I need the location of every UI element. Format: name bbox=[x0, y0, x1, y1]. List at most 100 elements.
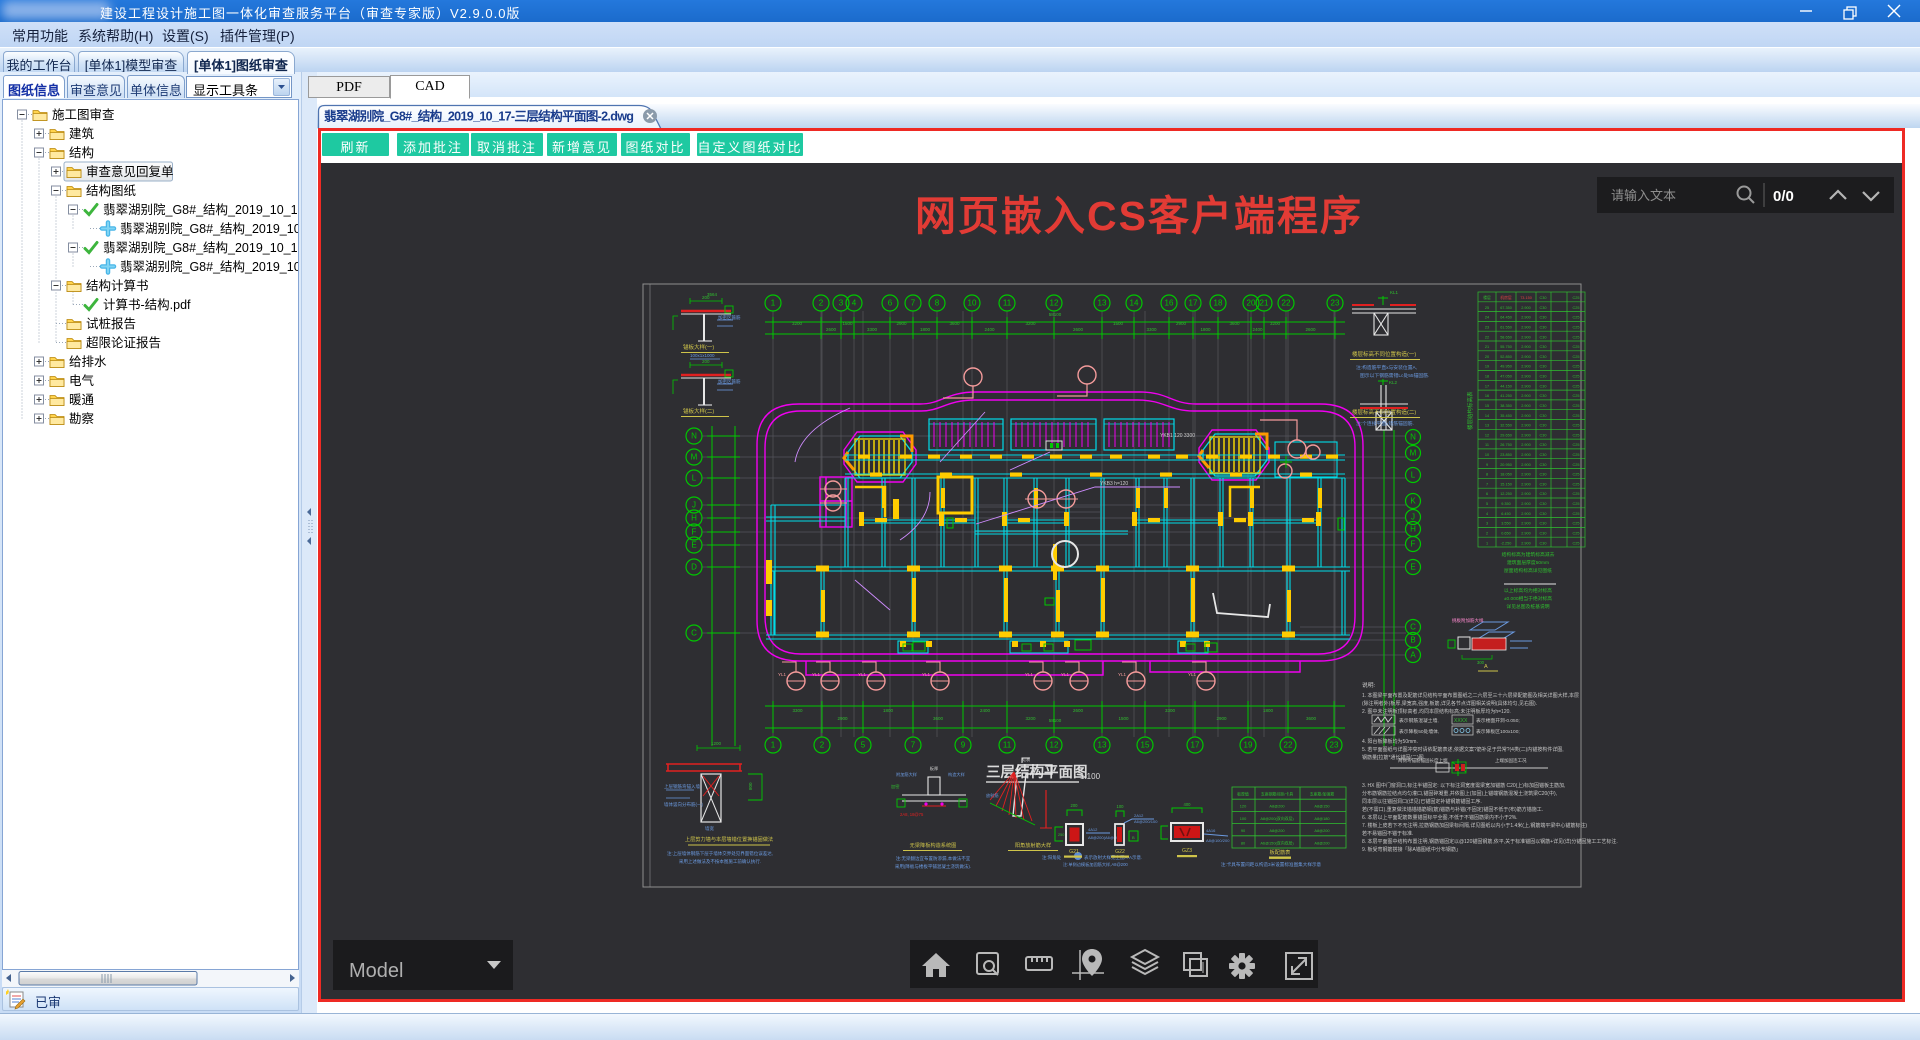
svg-text:请输入文本: 请输入文本 bbox=[1611, 188, 1676, 203]
svg-text:3600: 3600 bbox=[1229, 321, 1240, 326]
svg-text:施工图审查: 施工图审查 bbox=[52, 107, 115, 122]
svg-text:2: 2 bbox=[1486, 531, 1488, 535]
svg-text:3.550: 3.550 bbox=[1501, 522, 1511, 526]
svg-text:1800: 1800 bbox=[1200, 327, 1211, 332]
svg-text:GZ3: GZ3 bbox=[1182, 848, 1192, 854]
svg-text:52.850: 52.850 bbox=[1500, 355, 1512, 359]
svg-text:L: L bbox=[692, 474, 697, 483]
svg-text:1200: 1200 bbox=[711, 741, 722, 746]
svg-text:3. HX 图中门窗洞口,标注半锚固定: 以下标注洞宽度需: 3. HX 图中门窗洞口,标注半锚固定: 以下标注洞宽度需梁宽加锚筋 C20(上… bbox=[1362, 782, 1565, 789]
svg-text:计算书-结构.pdf: 计算书-结构.pdf bbox=[103, 297, 191, 312]
svg-text:1800: 1800 bbox=[1263, 708, 1274, 713]
svg-text:C30: C30 bbox=[1540, 316, 1547, 320]
svg-text:无梁降板构造系统图: 无梁降板构造系统图 bbox=[910, 841, 957, 849]
svg-text:C30: C30 bbox=[1540, 296, 1547, 300]
svg-text:若(不需口),重复做法锚锚锚筋钢(筋)锚筋与补锚(不固定)锚: 若(不需口),重复做法锚锚锚筋钢(筋)锚筋与补锚(不固定)锚固不低于(布)筋方锚… bbox=[1362, 806, 1543, 813]
svg-text:C25: C25 bbox=[1573, 433, 1580, 437]
svg-text:构造大样: 构造大样 bbox=[948, 771, 965, 778]
svg-text:详见总图及桩基说明: 详见总图及桩基说明 bbox=[1506, 603, 1549, 610]
svg-text:结构图纸: 结构图纸 bbox=[86, 183, 137, 198]
svg-text:C30: C30 bbox=[1540, 394, 1547, 398]
svg-text:C25: C25 bbox=[1573, 335, 1580, 339]
svg-text:挑板附加筋大样: 挑板附加筋大样 bbox=[1452, 617, 1484, 624]
svg-text:18.050: 18.050 bbox=[1500, 473, 1512, 477]
svg-text:2.900: 2.900 bbox=[1521, 531, 1531, 535]
svg-text:18: 18 bbox=[1485, 375, 1489, 379]
svg-text:100x1x1000: 100x1x1000 bbox=[690, 353, 715, 358]
svg-text:200: 200 bbox=[702, 359, 710, 364]
svg-text:1800: 1800 bbox=[883, 708, 894, 713]
svg-text:2.900: 2.900 bbox=[1521, 316, 1531, 320]
svg-text:2900: 2900 bbox=[1216, 716, 1227, 721]
svg-text:2.900: 2.900 bbox=[1521, 473, 1531, 477]
svg-text:注:构造筋平直x与安装位置A,: 注:构造筋平直x与安装位置A, bbox=[1356, 364, 1417, 371]
svg-text:800: 800 bbox=[748, 782, 753, 790]
svg-text:35.450: 35.450 bbox=[1500, 414, 1512, 418]
svg-text:2.900: 2.900 bbox=[1521, 306, 1531, 310]
svg-text:YKB3 h=120: YKB3 h=120 bbox=[1100, 481, 1128, 487]
svg-text:2400: 2400 bbox=[984, 327, 995, 332]
svg-text:2.900: 2.900 bbox=[1521, 541, 1531, 545]
svg-text:2600: 2600 bbox=[1073, 708, 1084, 713]
svg-text:1: 1 bbox=[771, 741, 776, 750]
svg-text:16: 16 bbox=[1485, 394, 1489, 398]
svg-text:64.450: 64.450 bbox=[1500, 316, 1512, 320]
svg-text:12: 12 bbox=[1050, 741, 1059, 750]
svg-text:2600: 2600 bbox=[826, 327, 837, 332]
svg-text:A8@200: A8@200 bbox=[1269, 804, 1285, 809]
svg-text:2.900: 2.900 bbox=[1521, 433, 1531, 437]
svg-text:暖通: 暖通 bbox=[69, 393, 95, 407]
svg-text:楼层结构标高表: 楼层结构标高表 bbox=[1466, 391, 1474, 430]
svg-text:2. 图中未注明板顶标高者,均同本层结构标高;未注明板厚均为: 2. 图中未注明板顶标高者,均同本层结构标高;未注明板厚均为h=120. bbox=[1362, 708, 1511, 715]
svg-text:C25: C25 bbox=[1573, 473, 1580, 477]
svg-text:C25: C25 bbox=[1573, 384, 1580, 388]
svg-text:2.900: 2.900 bbox=[1521, 375, 1531, 379]
svg-text:注:卡具布置间距以构造3米设置标准图集大样示意: 注:卡具布置间距以构造3米设置标准图集大样示意 bbox=[1221, 861, 1322, 868]
svg-text:14: 14 bbox=[1485, 414, 1489, 418]
svg-text:C25: C25 bbox=[1573, 296, 1580, 300]
svg-text:2.900: 2.900 bbox=[1521, 482, 1531, 486]
svg-text:7: 7 bbox=[911, 741, 916, 750]
svg-text:C25: C25 bbox=[1573, 326, 1580, 330]
svg-text:2A12: 2A12 bbox=[1134, 813, 1144, 818]
svg-text:2600: 2600 bbox=[1073, 327, 1084, 332]
svg-text:9.350: 9.350 bbox=[1501, 502, 1511, 506]
svg-text:结构计算书: 结构计算书 bbox=[86, 278, 149, 293]
svg-text:2.900: 2.900 bbox=[1521, 443, 1531, 447]
svg-text:翡翠湖别院_G8#_结构_2019_10_17-[: 翡翠湖别院_G8#_结构_2019_10_17-[ bbox=[103, 240, 298, 255]
svg-text:H: H bbox=[691, 514, 697, 523]
svg-text:结构: 结构 bbox=[69, 145, 94, 160]
svg-text:8: 8 bbox=[1486, 473, 1488, 477]
svg-text:YL1: YL1 bbox=[1188, 672, 1197, 677]
svg-text:E: E bbox=[691, 541, 696, 550]
svg-text:C30: C30 bbox=[1540, 473, 1547, 477]
svg-text:3300: 3300 bbox=[792, 708, 803, 713]
svg-text:加密区箍筋: 加密区箍筋 bbox=[718, 314, 741, 321]
svg-text:2.900: 2.900 bbox=[1521, 384, 1531, 388]
svg-text:2.900: 2.900 bbox=[1521, 453, 1531, 457]
svg-text:上层剪力墙与本层墙错位置换锚固做法: 上层剪力墙与本层墙错位置换锚固做法 bbox=[685, 835, 773, 843]
svg-text:C25: C25 bbox=[1573, 492, 1580, 496]
svg-text:2900: 2900 bbox=[837, 716, 848, 721]
svg-text:20.950: 20.950 bbox=[1500, 463, 1512, 467]
svg-text:J: J bbox=[692, 501, 696, 510]
svg-text:C30: C30 bbox=[1540, 404, 1547, 408]
svg-text:3: 3 bbox=[839, 299, 844, 308]
svg-text:19: 19 bbox=[1485, 365, 1489, 369]
svg-text:给排水: 给排水 bbox=[69, 355, 107, 369]
svg-text:4: 4 bbox=[852, 299, 857, 308]
svg-text:3200: 3200 bbox=[792, 321, 803, 326]
svg-text:21: 21 bbox=[1485, 345, 1489, 349]
svg-text:20: 20 bbox=[1247, 299, 1256, 308]
svg-text:22: 22 bbox=[1485, 335, 1489, 339]
svg-text:楼层标高不同位置构造(一): 楼层标高不同位置构造(一) bbox=[1352, 350, 1416, 358]
svg-text:翡翠湖别院_G8#_结构_2019_10_1: 翡翠湖别院_G8#_结构_2019_10_1 bbox=[120, 221, 298, 236]
svg-text:C30: C30 bbox=[1540, 306, 1547, 310]
svg-text:建筑: 建筑 bbox=[69, 126, 95, 141]
svg-text:C25: C25 bbox=[1573, 345, 1580, 349]
svg-text:图示以下钢筋需错Lc处55锚固筋.: 图示以下钢筋需错Lc处55锚固筋. bbox=[1360, 372, 1429, 379]
svg-text:3600: 3600 bbox=[933, 716, 944, 721]
svg-text:注:阳角处: 注:阳角处 bbox=[1042, 854, 1062, 861]
svg-text:上端加固连工况: 上端加固连工况 bbox=[1495, 757, 1527, 764]
svg-text:注:上层墙体钢筋下层于墙体交界处见界面错位误差达,: 注:上层墙体钢筋下层于墙体交界处见界面错位误差达, bbox=[667, 850, 773, 857]
